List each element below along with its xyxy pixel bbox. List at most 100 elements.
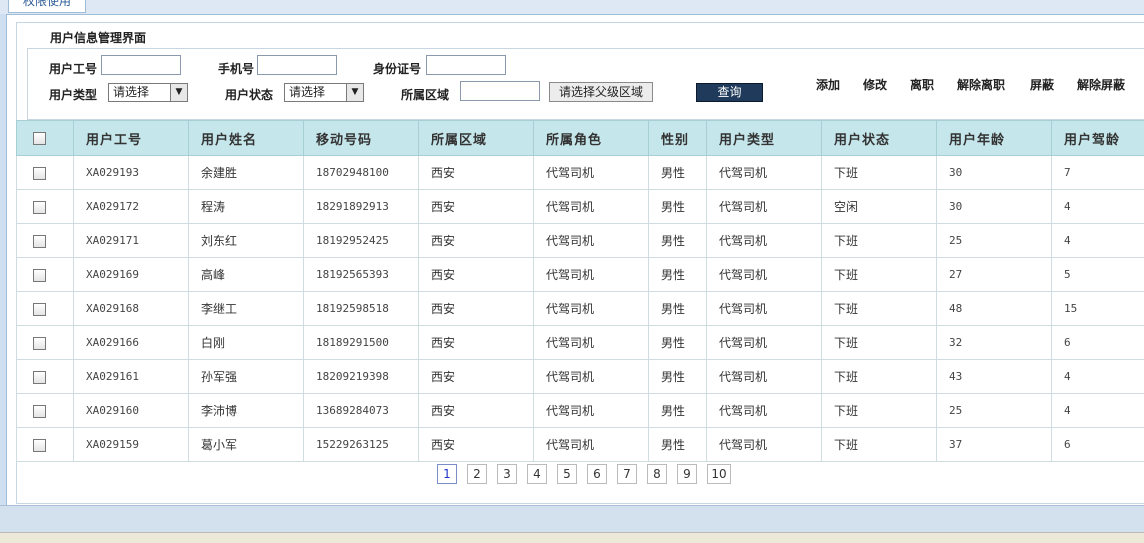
- table-cell: 代驾司机: [534, 360, 649, 394]
- table-cell: 7: [1052, 156, 1144, 190]
- row-checkbox[interactable]: [33, 235, 46, 248]
- page-link-8[interactable]: 8: [647, 464, 667, 484]
- user-status-select[interactable]: 请选择 ▼: [284, 83, 364, 102]
- chevron-down-icon[interactable]: ▼: [346, 84, 363, 101]
- row-checkbox[interactable]: [33, 269, 46, 282]
- row-checkbox-cell[interactable]: [17, 190, 74, 224]
- table-row[interactable]: XA029159葛小军15229263125西安代驾司机男性代驾司机下班376: [17, 428, 1144, 462]
- row-checkbox-cell[interactable]: [17, 156, 74, 190]
- table-cell: 西安: [419, 326, 534, 360]
- table-cell: 6: [1052, 428, 1144, 462]
- row-checkbox[interactable]: [33, 405, 46, 418]
- user-status-label: 用户状态: [225, 86, 273, 103]
- emp-no-input[interactable]: [101, 55, 181, 75]
- row-checkbox[interactable]: [33, 201, 46, 214]
- block-button[interactable]: 屏蔽: [1030, 76, 1054, 93]
- phone-input[interactable]: [257, 55, 337, 75]
- chevron-down-icon[interactable]: ▼: [170, 84, 187, 101]
- table-cell: 李继工: [189, 292, 304, 326]
- table-row[interactable]: XA029171刘东红18192952425西安代驾司机男性代驾司机下班254: [17, 224, 1144, 258]
- table-cell: 18702948100: [304, 156, 419, 190]
- user-type-select[interactable]: 请选择 ▼: [108, 83, 188, 102]
- add-button[interactable]: 添加: [816, 76, 840, 93]
- row-checkbox-cell[interactable]: [17, 326, 74, 360]
- table-cell: 刘东红: [189, 224, 304, 258]
- table-cell: 6: [1052, 326, 1144, 360]
- table-cell: 下班: [822, 326, 937, 360]
- page-link-9[interactable]: 9: [677, 464, 697, 484]
- page-link-5[interactable]: 5: [557, 464, 577, 484]
- select-parent-region-button[interactable]: 请选择父级区域: [549, 82, 653, 102]
- status-bar: [0, 532, 1144, 543]
- page-link-10[interactable]: 10: [707, 464, 731, 484]
- table-cell: XA029193: [74, 156, 189, 190]
- region-input[interactable]: [460, 81, 540, 101]
- page-link-4[interactable]: 4: [527, 464, 547, 484]
- row-checkbox[interactable]: [33, 371, 46, 384]
- unblock-button[interactable]: 解除屏蔽: [1077, 76, 1125, 93]
- page-title: 用户信息管理界面: [50, 29, 146, 46]
- row-checkbox-cell[interactable]: [17, 224, 74, 258]
- table-row[interactable]: XA029168李继工18192598518西安代驾司机男性代驾司机下班4815: [17, 292, 1144, 326]
- table-cell: 西安: [419, 156, 534, 190]
- col-header: 用户工号: [74, 121, 189, 156]
- table-row[interactable]: XA029166白刚18189291500西安代驾司机男性代驾司机下班326: [17, 326, 1144, 360]
- page-link-3[interactable]: 3: [497, 464, 517, 484]
- row-checkbox[interactable]: [33, 303, 46, 316]
- table-cell: 15: [1052, 292, 1144, 326]
- row-checkbox-cell[interactable]: [17, 258, 74, 292]
- table-row[interactable]: XA029161孙军强18209219398西安代驾司机男性代驾司机下班434: [17, 360, 1144, 394]
- row-checkbox-cell[interactable]: [17, 428, 74, 462]
- table-cell: 代驾司机: [707, 292, 822, 326]
- table-cell: 男性: [649, 258, 707, 292]
- id-card-label: 身份证号: [373, 60, 421, 77]
- row-checkbox-cell[interactable]: [17, 292, 74, 326]
- edit-button[interactable]: 修改: [863, 76, 887, 93]
- page-link-2[interactable]: 2: [467, 464, 487, 484]
- col-header: 用户类型: [707, 121, 822, 156]
- col-header: 用户姓名: [189, 121, 304, 156]
- page-link-1[interactable]: 1: [437, 464, 457, 484]
- table-row[interactable]: XA029193余建胜18702948100西安代驾司机男性代驾司机下班307: [17, 156, 1144, 190]
- cancel-resign-button[interactable]: 解除离职: [957, 76, 1005, 93]
- table-cell: 25: [937, 394, 1052, 428]
- table-cell: 代驾司机: [534, 190, 649, 224]
- row-checkbox-cell[interactable]: [17, 360, 74, 394]
- tab-permission[interactable]: 权限使用: [8, 0, 86, 13]
- table-cell: 27: [937, 258, 1052, 292]
- row-checkbox-cell[interactable]: [17, 394, 74, 428]
- id-card-input[interactable]: [426, 55, 506, 75]
- row-checkbox[interactable]: [33, 439, 46, 452]
- table-cell: 代驾司机: [707, 156, 822, 190]
- col-header: 性别: [649, 121, 707, 156]
- table-row[interactable]: XA029169高峰18192565393西安代驾司机男性代驾司机下班275: [17, 258, 1144, 292]
- page-link-6[interactable]: 6: [587, 464, 607, 484]
- table-cell: 男性: [649, 360, 707, 394]
- table-cell: 男性: [649, 394, 707, 428]
- table-cell: 43: [937, 360, 1052, 394]
- select-all-checkbox-cell[interactable]: [17, 121, 74, 156]
- table-cell: 代驾司机: [534, 326, 649, 360]
- table-cell: 30: [937, 156, 1052, 190]
- table-cell: 男性: [649, 190, 707, 224]
- table-cell: XA029159: [74, 428, 189, 462]
- table-cell: 5: [1052, 258, 1144, 292]
- table-cell: 代驾司机: [707, 360, 822, 394]
- user-type-value: 请选择: [113, 85, 149, 99]
- table-row[interactable]: XA029160李沛博13689284073西安代驾司机男性代驾司机下班254: [17, 394, 1144, 428]
- table-header-row: 用户工号 用户姓名 移动号码 所属区域 所属角色 性别 用户类型 用户状态 用户…: [17, 121, 1144, 156]
- region-label: 所属区域: [401, 86, 449, 103]
- row-checkbox[interactable]: [33, 337, 46, 350]
- table-cell: XA029169: [74, 258, 189, 292]
- page-link-7[interactable]: 7: [617, 464, 637, 484]
- row-checkbox[interactable]: [33, 167, 46, 180]
- select-all-checkbox[interactable]: [33, 132, 46, 145]
- resign-button[interactable]: 离职: [910, 76, 934, 93]
- query-button[interactable]: 查询: [696, 83, 763, 102]
- table-row[interactable]: XA029172程涛18291892913西安代驾司机男性代驾司机空闲304: [17, 190, 1144, 224]
- table-cell: 4: [1052, 190, 1144, 224]
- table-cell: 代驾司机: [534, 292, 649, 326]
- table-cell: XA029161: [74, 360, 189, 394]
- table-cell: 代驾司机: [707, 258, 822, 292]
- table-cell: 代驾司机: [534, 428, 649, 462]
